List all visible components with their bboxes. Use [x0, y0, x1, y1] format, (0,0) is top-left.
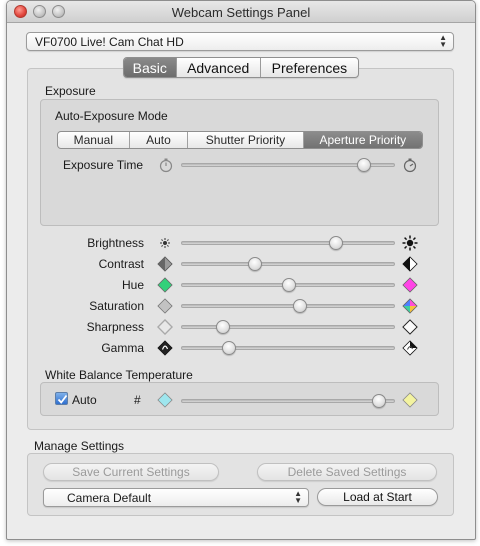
camera-select[interactable]: VF0700 Live! Cam Chat HD ▲ ▼: [26, 32, 454, 51]
saturation-low-icon: [157, 298, 173, 314]
saturation-knob[interactable]: [292, 299, 307, 313]
brightness-knob[interactable]: [329, 236, 344, 250]
hue-knob[interactable]: [282, 278, 296, 292]
saturation-high-icon: [402, 298, 418, 314]
mode-manual[interactable]: Manual: [58, 132, 130, 148]
brightness-label: Brightness: [87, 236, 144, 250]
checkmark-icon: [57, 394, 68, 404]
preset-select[interactable]: Camera Default ▲ ▼: [43, 488, 309, 507]
manage-settings-label: Manage Settings: [34, 439, 125, 453]
white-balance-hash-label: #: [134, 393, 141, 407]
sun-small-icon: [157, 235, 173, 251]
hue-label: Hue: [121, 278, 144, 292]
white-balance-knob[interactable]: [371, 394, 386, 408]
preset-select-value: Camera Default: [67, 491, 152, 505]
hue-slider[interactable]: [181, 278, 395, 292]
tab-preferences[interactable]: Preferences: [261, 58, 358, 77]
exposure-time-slider[interactable]: [181, 158, 395, 172]
hue-green-icon: [157, 277, 173, 293]
tab-advanced[interactable]: Advanced: [177, 58, 261, 77]
exposure-group-label: Exposure: [45, 84, 96, 98]
exposure-time-knob[interactable]: [356, 158, 371, 172]
save-current-settings-button[interactable]: Save Current Settings: [43, 463, 219, 481]
gamma-high-icon: [402, 340, 418, 356]
sun-large-icon: [402, 235, 418, 251]
sharpness-slider[interactable]: [181, 320, 395, 334]
white-balance-auto-label: Auto: [72, 393, 97, 407]
tab-basic[interactable]: Basic: [124, 58, 177, 77]
exposure-mode-segmented: Manual Auto Shutter Priority Aperture Pr…: [57, 131, 423, 149]
contrast-low-icon: [157, 256, 173, 272]
exposure-time-label: Exposure Time: [63, 158, 144, 172]
contrast-knob[interactable]: [247, 257, 262, 271]
sharpness-knob[interactable]: [215, 320, 230, 334]
popup-arrows-icon: ▲ ▼: [294, 489, 302, 505]
gamma-low-icon: [157, 340, 173, 356]
wb-cool-icon: [157, 392, 173, 408]
auto-exposure-mode-label: Auto-Exposure Mode: [55, 109, 168, 123]
white-balance-label: White Balance Temperature: [45, 368, 193, 382]
white-balance-auto-checkbox[interactable]: [55, 392, 68, 405]
mode-auto[interactable]: Auto: [130, 132, 189, 148]
title-bar: Webcam Settings Panel: [7, 1, 475, 23]
white-balance-slider[interactable]: [181, 394, 395, 408]
contrast-high-icon: [402, 256, 418, 272]
camera-select-value: VF0700 Live! Cam Chat HD: [35, 35, 184, 49]
window-title: Webcam Settings Panel: [171, 5, 311, 20]
popup-arrows-icon: ▲ ▼: [439, 33, 447, 49]
gamma-knob[interactable]: [222, 341, 237, 355]
mode-shutter-priority[interactable]: Shutter Priority: [188, 132, 304, 148]
contrast-label: Contrast: [98, 257, 144, 271]
tab-bar: Basic Advanced Preferences: [123, 57, 359, 78]
brightness-slider[interactable]: [181, 236, 395, 250]
stopwatch-icon: [159, 158, 173, 173]
load-at-start-button[interactable]: Load at Start: [317, 488, 438, 506]
mode-aperture-priority[interactable]: Aperture Priority: [303, 132, 422, 148]
hue-magenta-icon: [402, 277, 418, 293]
gamma-slider[interactable]: [181, 341, 395, 355]
stopwatch-icon: [403, 158, 417, 173]
saturation-label: Saturation: [89, 299, 144, 313]
settings-window: Webcam Settings Panel VF0700 Live! Cam C…: [6, 0, 476, 540]
gamma-label: Gamma: [101, 341, 144, 355]
sharpness-low-icon: [156, 318, 174, 336]
contrast-slider[interactable]: [181, 257, 395, 271]
sharpness-high-icon: [402, 319, 418, 335]
wb-warm-icon: [402, 392, 418, 408]
delete-saved-settings-button[interactable]: Delete Saved Settings: [257, 463, 437, 481]
sharpness-label: Sharpness: [86, 320, 144, 334]
saturation-slider[interactable]: [181, 299, 395, 313]
